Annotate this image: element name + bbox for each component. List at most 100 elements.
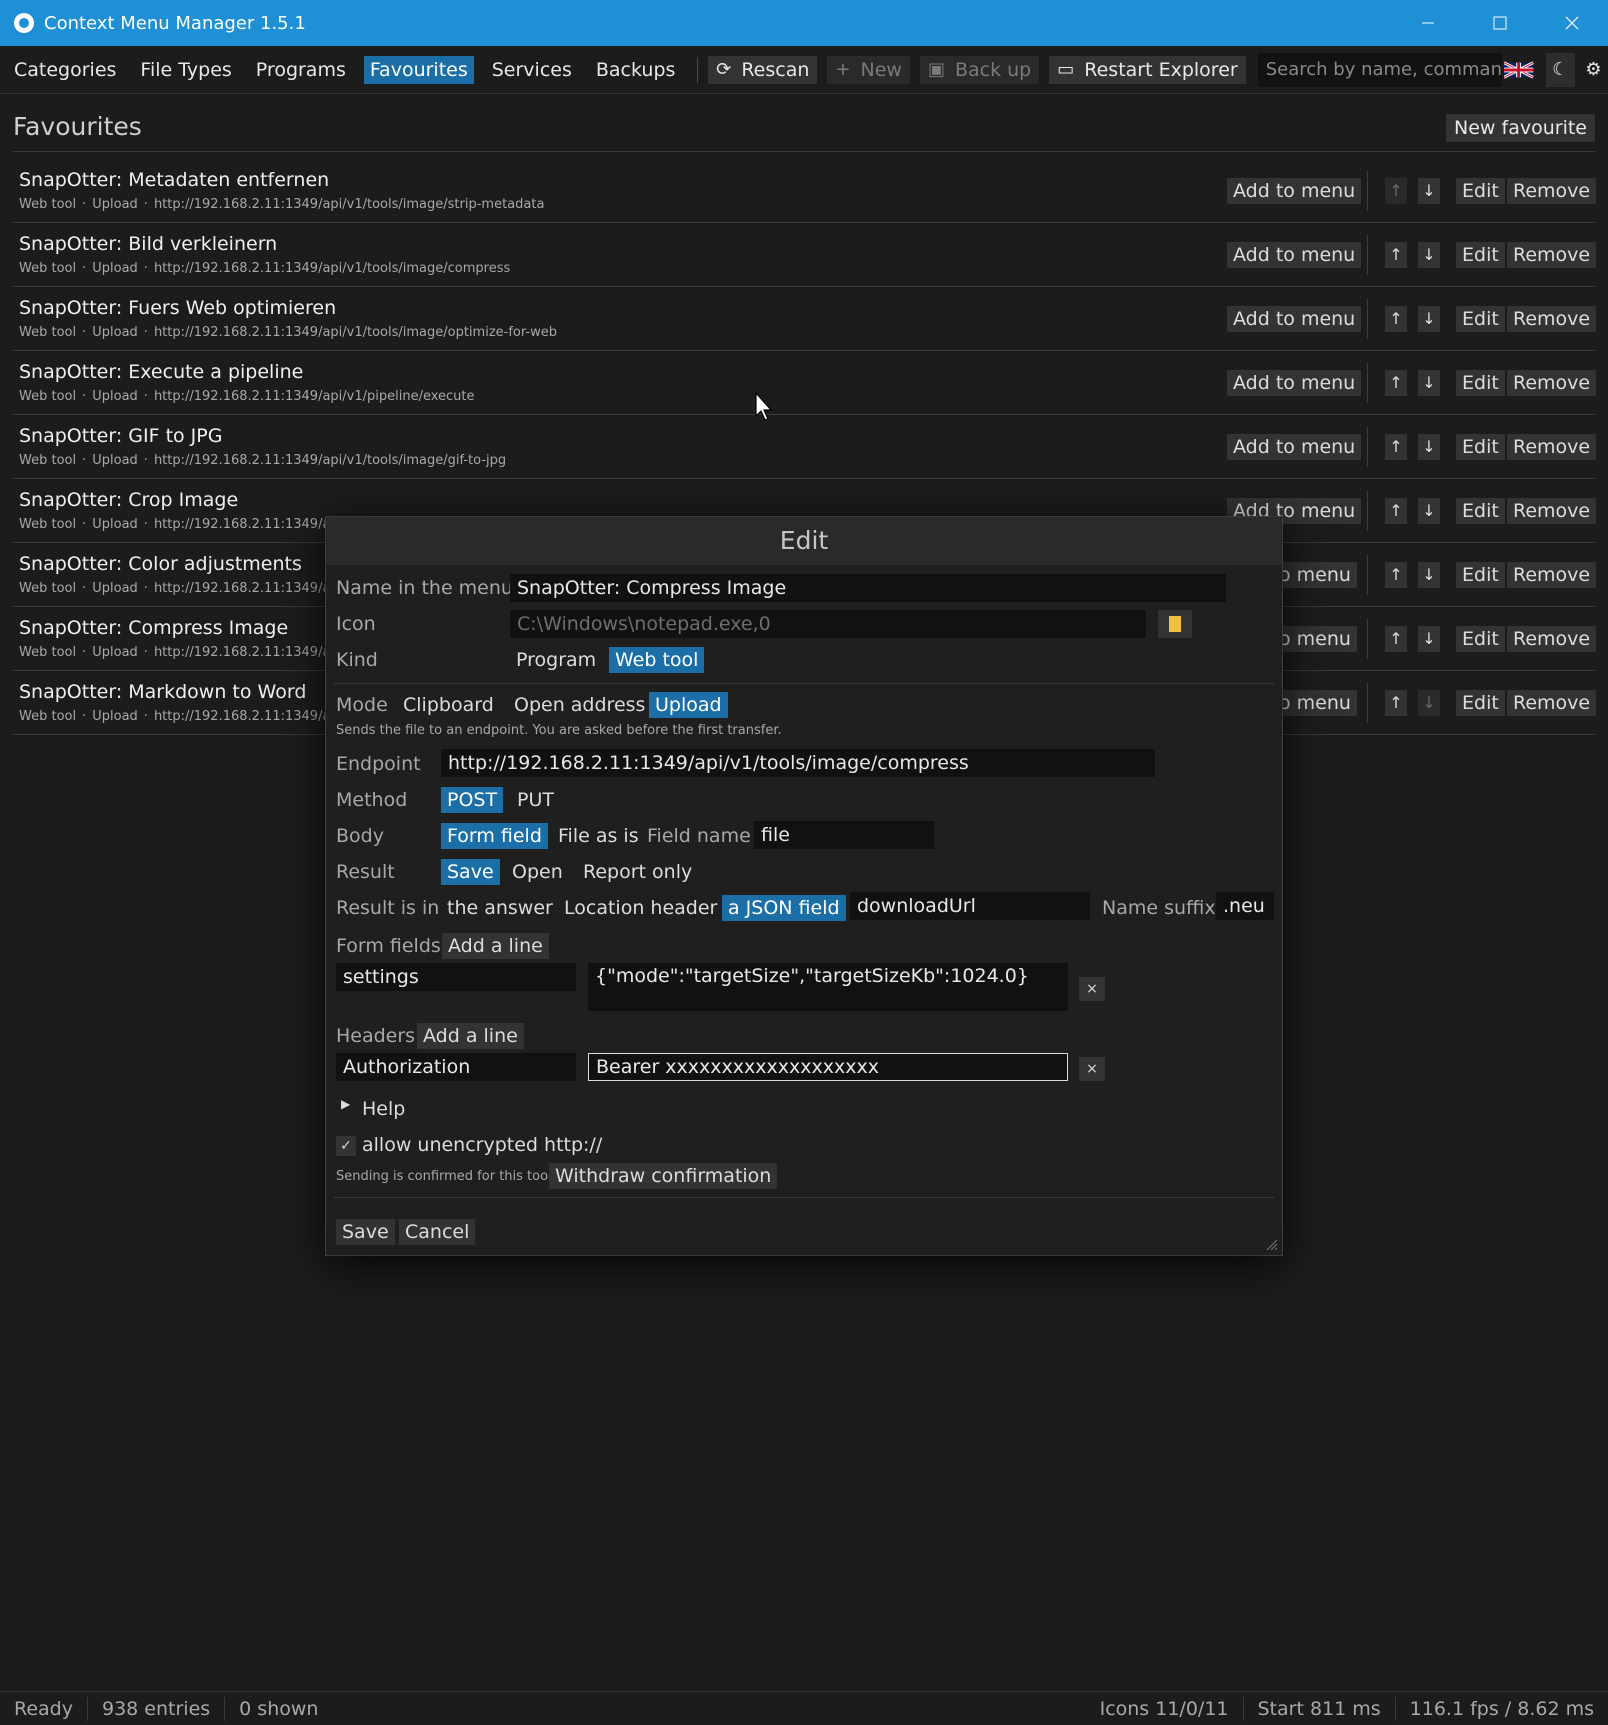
close-button[interactable] [1536, 0, 1608, 46]
endpoint-input[interactable]: http://192.168.2.11:1349/api/v1/tools/im… [441, 749, 1155, 777]
remove-form-field-button[interactable]: × [1079, 977, 1105, 1001]
edit-button[interactable]: Edit [1456, 562, 1505, 588]
settings-button[interactable]: ⚙ [1579, 53, 1608, 87]
add-to-menu-button[interactable]: o menu [1273, 626, 1357, 652]
remove-button[interactable]: Remove [1507, 306, 1597, 332]
add-to-menu-button[interactable]: Add to menu [1227, 306, 1362, 332]
tab-file-types[interactable]: File Types [134, 56, 237, 84]
add-to-menu-button[interactable]: Add to menu [1227, 434, 1362, 460]
form-field-key-input[interactable]: settings [336, 963, 576, 991]
name-input[interactable]: SnapOtter: Compress Image [510, 574, 1226, 602]
dark-mode-toggle[interactable]: ☾ [1545, 52, 1575, 87]
header-key-input[interactable]: Authorization [336, 1053, 576, 1081]
body-form-field-option[interactable]: Form field [441, 823, 548, 849]
withdraw-confirmation-button[interactable]: Withdraw confirmation [549, 1163, 778, 1189]
move-down-button[interactable]: ↓ [1418, 370, 1440, 396]
edit-button[interactable]: Edit [1456, 626, 1505, 652]
move-down-button[interactable]: ↓ [1418, 562, 1440, 588]
remove-button[interactable]: Remove [1507, 370, 1597, 396]
method-put-option[interactable]: PUT [511, 787, 560, 813]
edit-button[interactable]: Edit [1456, 370, 1505, 396]
move-up-button[interactable]: ↑ [1385, 434, 1407, 460]
json-field-input[interactable]: downloadUrl [850, 892, 1090, 920]
move-down-button[interactable]: ↓ [1418, 498, 1440, 524]
method-post-option[interactable]: POST [441, 787, 504, 813]
move-down-button[interactable]: ↓ [1418, 242, 1440, 268]
remove-button[interactable]: Remove [1507, 498, 1597, 524]
allow-http-checkbox[interactable]: ✓ [336, 1136, 356, 1156]
new-favourite-button[interactable]: New favourite [1446, 114, 1595, 142]
kind-web-tool-option[interactable]: Web tool [609, 647, 705, 673]
add-to-menu-button[interactable]: Add to menu [1227, 178, 1362, 204]
add-to-menu-button[interactable]: Add to menu [1227, 242, 1362, 268]
move-down-button[interactable]: ↓ [1418, 690, 1440, 716]
help-expand-icon[interactable]: ▶ [341, 1097, 350, 1111]
kind-program-option[interactable]: Program [510, 647, 602, 673]
move-down-button[interactable]: ↓ [1418, 434, 1440, 460]
add-to-menu-button[interactable]: Add to menu [1227, 370, 1362, 396]
result-report-only-option[interactable]: Report only [577, 859, 698, 885]
add-form-field-button[interactable]: Add a line [442, 933, 549, 959]
move-up-button[interactable]: ↑ [1385, 498, 1407, 524]
remove-button[interactable]: Remove [1507, 242, 1597, 268]
result-open-option[interactable]: Open [506, 859, 569, 885]
maximize-button[interactable] [1464, 0, 1536, 46]
result-save-option[interactable]: Save [441, 859, 500, 885]
tab-categories[interactable]: Categories [8, 56, 122, 84]
tab-backups[interactable]: Backups [590, 56, 682, 84]
tab-programs[interactable]: Programs [250, 56, 352, 84]
cancel-button[interactable]: Cancel [399, 1219, 476, 1245]
move-down-button[interactable]: ↓ [1418, 306, 1440, 332]
result-in-answer-option[interactable]: the answer [441, 895, 559, 921]
edit-button[interactable]: Edit [1456, 498, 1505, 524]
edit-button[interactable]: Edit [1456, 690, 1505, 716]
edit-button[interactable]: Edit [1456, 178, 1505, 204]
remove-button[interactable]: Remove [1507, 690, 1597, 716]
new-button[interactable]: + New [827, 55, 910, 84]
name-suffix-input[interactable]: .neu [1216, 892, 1274, 920]
save-button[interactable]: Save [336, 1219, 395, 1245]
add-to-menu-button[interactable]: o menu [1273, 562, 1357, 588]
remove-button[interactable]: Remove [1507, 626, 1597, 652]
mode-open-address-option[interactable]: Open address [508, 692, 651, 718]
uk-flag-icon[interactable] [1504, 58, 1534, 82]
search-input[interactable]: Search by name, command, and p [1257, 52, 1503, 87]
edit-button[interactable]: Edit [1456, 306, 1505, 332]
add-header-button[interactable]: Add a line [417, 1023, 524, 1049]
resize-grip-icon[interactable] [1264, 1237, 1278, 1251]
header-value-input[interactable]: Bearer xxxxxxxxxxxxxxxxxxx [588, 1053, 1068, 1081]
minimize-button[interactable] [1392, 0, 1464, 46]
tab-services[interactable]: Services [486, 56, 578, 84]
result-in-location-option[interactable]: Location header [558, 895, 723, 921]
remove-button[interactable]: Remove [1507, 562, 1597, 588]
remove-header-button[interactable]: × [1079, 1057, 1105, 1081]
tab-favourites[interactable]: Favourites [363, 55, 474, 84]
remove-button[interactable]: Remove [1507, 178, 1597, 204]
icon-path-input[interactable]: C:\Windows\notepad.exe,0 [510, 610, 1146, 638]
browse-icon-button[interactable] [1158, 610, 1192, 638]
move-up-button[interactable]: ↑ [1385, 562, 1407, 588]
rescan-button[interactable]: ⟳ Rescan [708, 55, 818, 84]
move-up-button[interactable]: ↑ [1385, 690, 1407, 716]
form-field-value-input[interactable]: {"mode":"targetSize","targetSizeKb":1024… [588, 963, 1068, 1011]
move-up-button[interactable]: ↑ [1385, 626, 1407, 652]
edit-button[interactable]: Edit [1456, 242, 1505, 268]
move-down-button[interactable]: ↓ [1418, 626, 1440, 652]
body-file-as-is-option[interactable]: File as is [552, 823, 645, 849]
move-up-button[interactable]: ↑ [1385, 178, 1407, 204]
remove-button[interactable]: Remove [1507, 434, 1597, 460]
field-name-input[interactable]: file [754, 821, 934, 849]
back-up-button[interactable]: ▣ Back up [919, 55, 1040, 84]
allow-http-label[interactable]: allow unencrypted http:// [362, 1134, 602, 1156]
move-up-button[interactable]: ↑ [1385, 242, 1407, 268]
move-up-button[interactable]: ↑ [1385, 306, 1407, 332]
edit-button[interactable]: Edit [1456, 434, 1505, 460]
move-up-button[interactable]: ↑ [1385, 370, 1407, 396]
move-down-button[interactable]: ↓ [1418, 178, 1440, 204]
add-to-menu-button[interactable]: o menu [1273, 690, 1357, 716]
mode-clipboard-option[interactable]: Clipboard [397, 692, 500, 718]
mode-upload-option[interactable]: Upload [649, 692, 728, 718]
help-toggle[interactable]: Help [362, 1098, 405, 1120]
result-in-json-option[interactable]: a JSON field [722, 895, 846, 921]
restart-explorer-button[interactable]: ▭ Restart Explorer [1049, 55, 1246, 84]
